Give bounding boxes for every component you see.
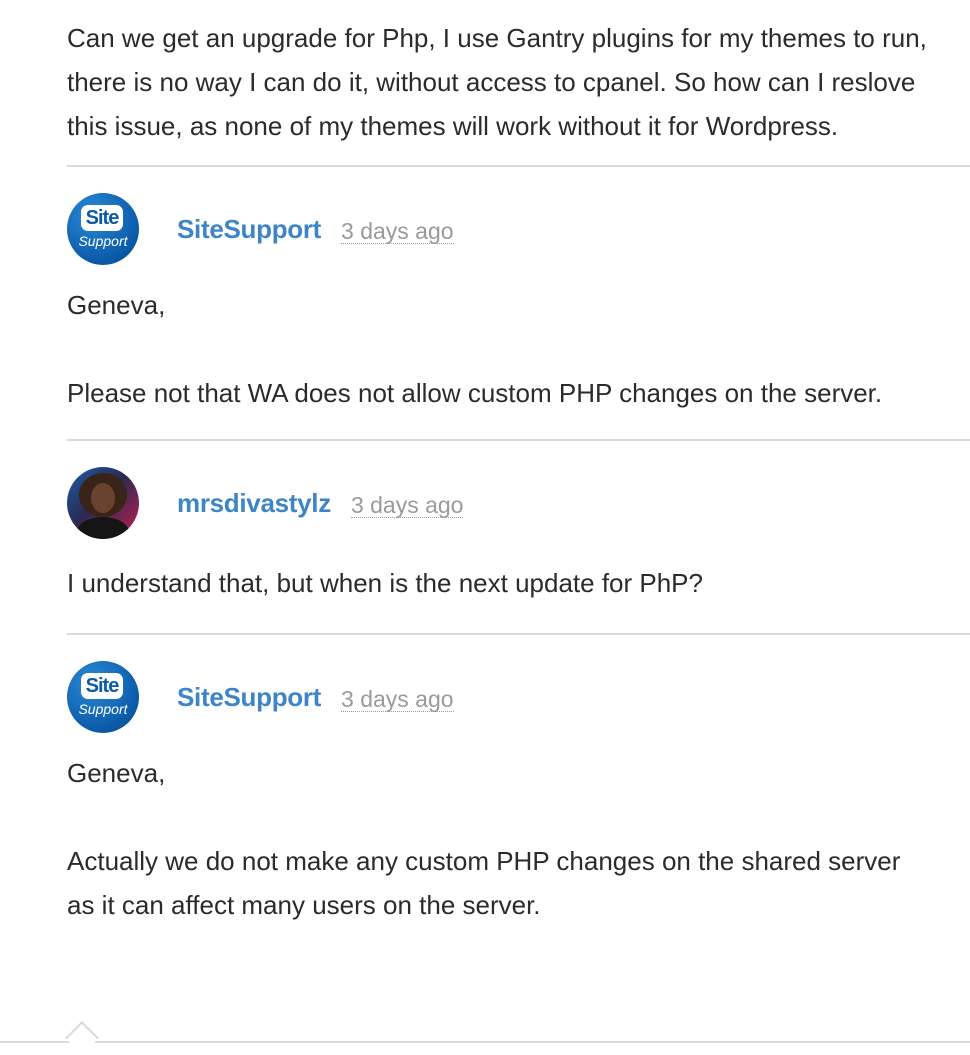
divider [67, 439, 970, 441]
reply-paragraph: Please not that WA does not allow custom… [67, 378, 883, 408]
reply-item: Site Support SiteSupport 3 days ago Gene… [67, 647, 970, 927]
divider [67, 165, 970, 167]
comment-thread: Can we get an upgrade for Php, I use Gan… [67, 0, 970, 927]
author-link[interactable]: mrsdivastylz [177, 488, 331, 519]
avatar-shoulders [77, 517, 129, 539]
reply-paragraph: I understand that, but when is the next … [67, 568, 703, 598]
avatar[interactable]: Site Support [67, 193, 139, 265]
reply-box-border [0, 1041, 970, 1043]
reply-paragraph: Geneva, [67, 758, 166, 788]
site-logo-icon: Site [81, 673, 123, 699]
timestamp-link[interactable]: 3 days ago [350, 493, 464, 518]
divider [67, 633, 970, 635]
reply-box-pointer [65, 1021, 99, 1055]
reply-header: Site Support SiteSupport 3 days ago [67, 647, 970, 747]
reply-item: mrsdivastylz 3 days ago I understand tha… [67, 453, 970, 605]
support-logo-text: Support [78, 701, 128, 717]
timestamp-link[interactable]: 3 days ago [341, 219, 454, 244]
avatar[interactable]: Site Support [67, 661, 139, 733]
original-post-text: Can we get an upgrade for Php, I use Gan… [67, 23, 927, 141]
reply-paragraph: Geneva, [67, 290, 166, 320]
support-logo-text: Support [78, 233, 128, 249]
site-logo-icon: Site [81, 205, 123, 231]
avatar[interactable] [67, 467, 139, 539]
avatar-face [91, 483, 115, 513]
reply-item: Site Support SiteSupport 3 days ago Gene… [67, 179, 970, 415]
reply-header: mrsdivastylz 3 days ago [67, 453, 970, 553]
reply-header: Site Support SiteSupport 3 days ago [67, 179, 970, 279]
author-link[interactable]: SiteSupport [177, 214, 321, 245]
timestamp-link[interactable]: 3 days ago [341, 687, 454, 712]
author-link[interactable]: SiteSupport [177, 682, 321, 713]
reply-paragraph: Actually we do not make any custom PHP c… [67, 846, 901, 920]
